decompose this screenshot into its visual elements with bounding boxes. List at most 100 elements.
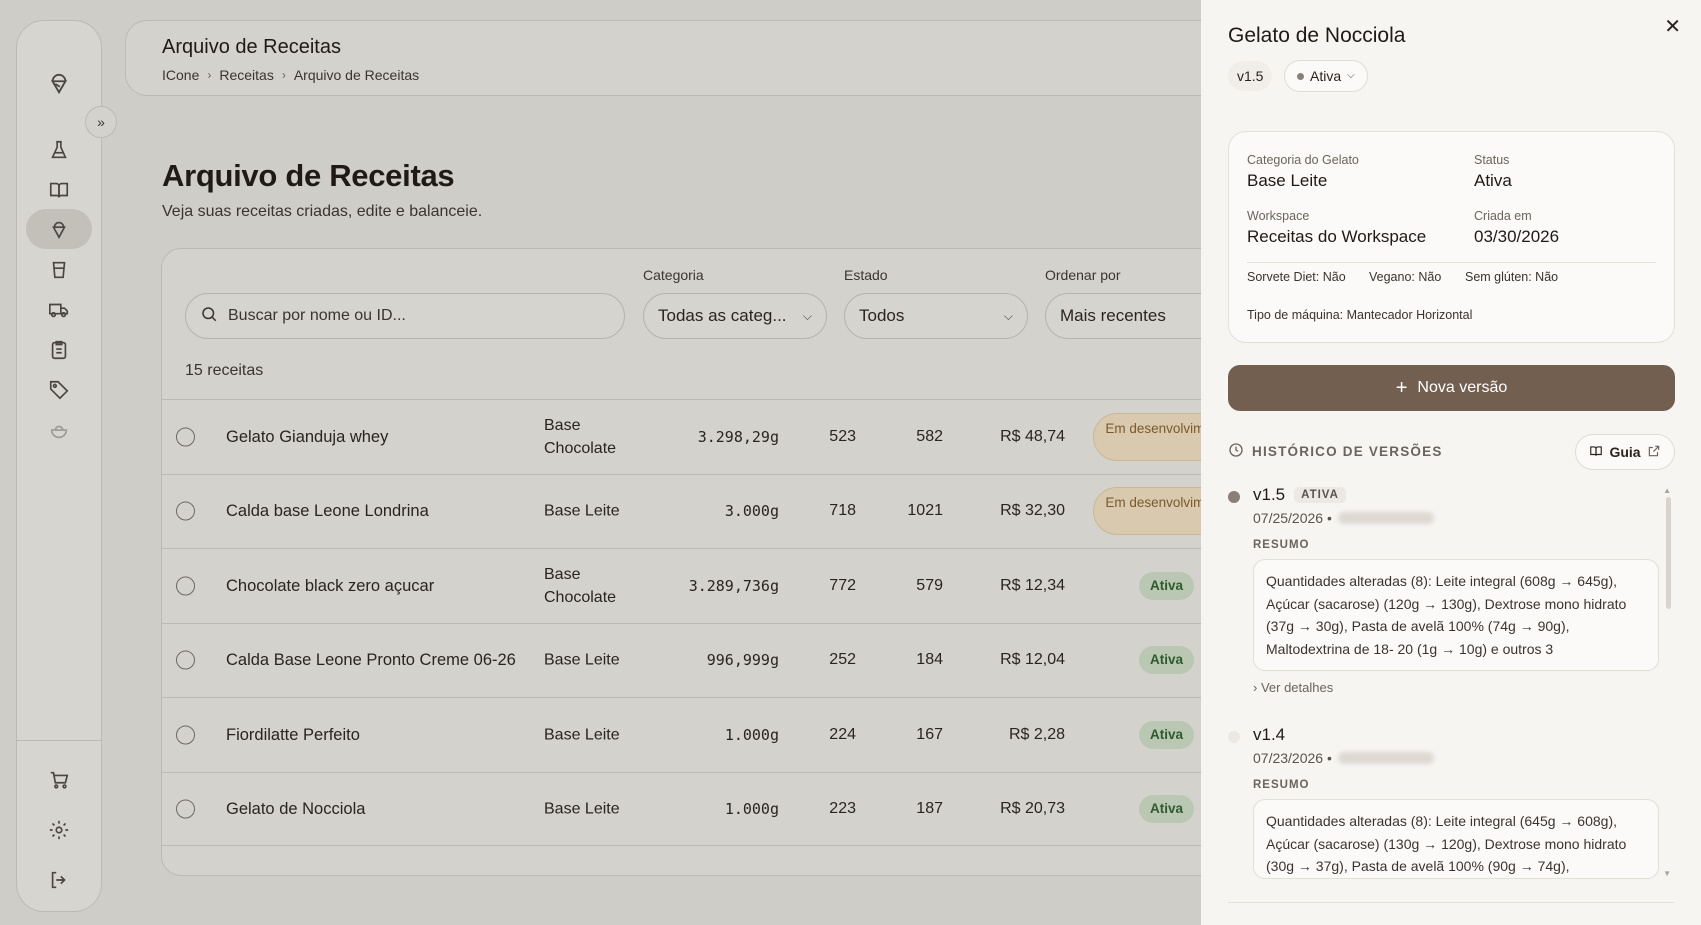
recipe-metric-2: 187: [916, 799, 943, 817]
table-row[interactable]: Gelato de Nocciola Base Leite 1.000g 223…: [162, 771, 1260, 846]
sidebar: [16, 20, 102, 912]
info-divider: [1247, 262, 1656, 263]
chevron-down-icon: ⌵: [1003, 308, 1013, 323]
state-label: Estado: [844, 267, 888, 283]
recipe-metric-1: 772: [829, 576, 856, 594]
row-select-radio[interactable]: [176, 501, 195, 521]
bowl-icon[interactable]: [44, 416, 74, 446]
truck-icon[interactable]: [44, 295, 74, 325]
recipe-name: Calda base Leone Londrina: [226, 502, 429, 521]
flask-icon[interactable]: [44, 135, 74, 165]
recipe-name: Fiordilatte Perfeito: [226, 725, 360, 744]
header-title: Arquivo de Receitas: [162, 36, 341, 58]
scroll-up-icon[interactable]: ▲: [1663, 486, 1671, 495]
table-row[interactable]: Gelato Gianduja whey Base Chocolate 3.29…: [162, 399, 1260, 474]
tag-icon[interactable]: [44, 375, 74, 405]
timeline-dot: [1228, 731, 1240, 743]
recipe-name: Gelato Gianduja whey: [226, 427, 389, 446]
sort-select-value: Mais recentes: [1060, 306, 1166, 325]
logout-icon[interactable]: [44, 865, 74, 895]
chevron-down-icon: ⌵: [802, 308, 812, 323]
breadcrumb-item[interactable]: Receitas: [219, 67, 273, 83]
state-select[interactable]: Todos ⌵: [844, 293, 1028, 339]
recipe-metric-2: 582: [916, 427, 943, 445]
status-badge: Ativa: [1139, 794, 1195, 823]
scrollbar[interactable]: [1666, 497, 1671, 609]
clipboard-icon[interactable]: [44, 335, 74, 365]
close-icon[interactable]: ✕: [1664, 14, 1681, 39]
category-select[interactable]: Todas as categ... ⌵: [643, 293, 827, 339]
recipe-price: R$ 2,28: [1008, 725, 1065, 743]
recipe-metric-2: 167: [916, 725, 943, 743]
recipe-metric-1: 252: [829, 651, 856, 669]
recipe-metric-1: 718: [829, 502, 856, 520]
version-name: v1.5: [1253, 485, 1286, 504]
version-summary: Quantidades alteradas (8): Leite integra…: [1253, 559, 1659, 671]
guide-label: Guia: [1609, 444, 1641, 460]
row-select-radio[interactable]: [176, 799, 195, 819]
view-details-link[interactable]: › Ver detalhes: [1253, 680, 1659, 695]
clock-icon: [1228, 442, 1244, 461]
expand-sidebar-button[interactable]: »: [85, 106, 117, 138]
book-icon[interactable]: [44, 175, 74, 205]
ice-cream-icon[interactable]: [44, 214, 74, 244]
row-select-radio[interactable]: [176, 576, 195, 596]
new-version-button[interactable]: + Nova versão: [1228, 365, 1675, 411]
gear-icon[interactable]: [44, 815, 74, 845]
row-select-radio[interactable]: [176, 427, 195, 447]
search-input[interactable]: Buscar por nome ou ID...: [185, 293, 625, 339]
chevron-down-icon: ⌵: [1347, 70, 1355, 81]
table-row[interactable]: Calda base Leone Londrina Base Leite 3.0…: [162, 473, 1260, 549]
scroll-down-icon[interactable]: ▼: [1663, 869, 1671, 878]
drawer-divider: [1228, 902, 1674, 903]
recipe-metric-2: 1021: [907, 502, 943, 520]
gluten-info: Sem glúten: Não: [1465, 270, 1559, 284]
book-icon: [1589, 444, 1603, 461]
search-icon: [200, 305, 218, 328]
version-chip: v1.5: [1228, 61, 1273, 91]
chevron-right-icon: ›: [281, 68, 286, 82]
machine-info: Tipo de máquina: Mantecador Horizontal: [1247, 308, 1473, 322]
cup-icon[interactable]: [44, 255, 74, 285]
recipe-count: 15 receitas: [185, 362, 264, 379]
logo-icon[interactable]: [44, 69, 74, 99]
recipe-weight: 3.298,29g: [697, 427, 779, 446]
version-history-label: HISTÓRICO DE VERSÕES: [1252, 444, 1443, 459]
recipe-price: R$ 32,30: [1000, 502, 1065, 520]
recipe-price: R$ 20,73: [1000, 799, 1065, 817]
blurred-author: [1337, 752, 1434, 764]
new-version-label: Nova versão: [1417, 379, 1508, 396]
recipe-price: R$ 12,34: [1000, 576, 1065, 594]
recipe-weight: 996,999g: [706, 651, 779, 670]
version-date: 07/25/2026 •: [1253, 510, 1332, 526]
row-select-radio[interactable]: [176, 650, 195, 670]
plus-icon: +: [1395, 377, 1408, 399]
recipe-metric-1: 224: [829, 725, 856, 743]
table-row[interactable]: Calda Base Leone Pronto Creme 06-26 Base…: [162, 622, 1260, 698]
category-select-value: Todas as categ...: [658, 306, 787, 325]
status-dropdown[interactable]: Ativa ⌵: [1284, 60, 1368, 92]
breadcrumb-item[interactable]: ICone: [162, 67, 199, 83]
cart-icon[interactable]: [44, 765, 74, 795]
recipe-price: R$ 12,04: [1000, 651, 1065, 669]
table-row[interactable]: Fiordilatte Perfeito Base Leite 1.000g 2…: [162, 697, 1260, 772]
status-badge: Ativa: [1139, 571, 1195, 600]
version-date: 07/23/2026 •: [1253, 750, 1332, 766]
recipe-metric-2: 184: [916, 651, 943, 669]
recipe-category: Base Leite: [544, 502, 620, 520]
page-title: Arquivo de Receitas: [162, 158, 455, 193]
summary-label: RESUMO: [1253, 779, 1310, 791]
state-select-value: Todos: [859, 306, 905, 325]
status-badge: Ativa: [1139, 646, 1195, 675]
table-row[interactable]: Chocolate black zero açucar Base Chocola…: [162, 548, 1260, 623]
top-header: Arquivo de Receitas ICone › Receitas › A…: [125, 20, 1225, 96]
sidebar-divider: [17, 740, 101, 741]
recipe-weight: 1.000g: [724, 725, 779, 744]
diet-info: Sorvete Diet: Não: [1247, 270, 1346, 284]
blurred-author: [1337, 512, 1434, 524]
recipe-name: Chocolate black zero açucar: [226, 576, 435, 595]
row-select-radio[interactable]: [176, 725, 195, 745]
guide-button[interactable]: Guia: [1575, 434, 1675, 470]
version-entry: v1.4 07/23/2026 • RESUMO Quantidades alt…: [1253, 725, 1659, 879]
version-history-heading: HISTÓRICO DE VERSÕES: [1228, 442, 1443, 461]
